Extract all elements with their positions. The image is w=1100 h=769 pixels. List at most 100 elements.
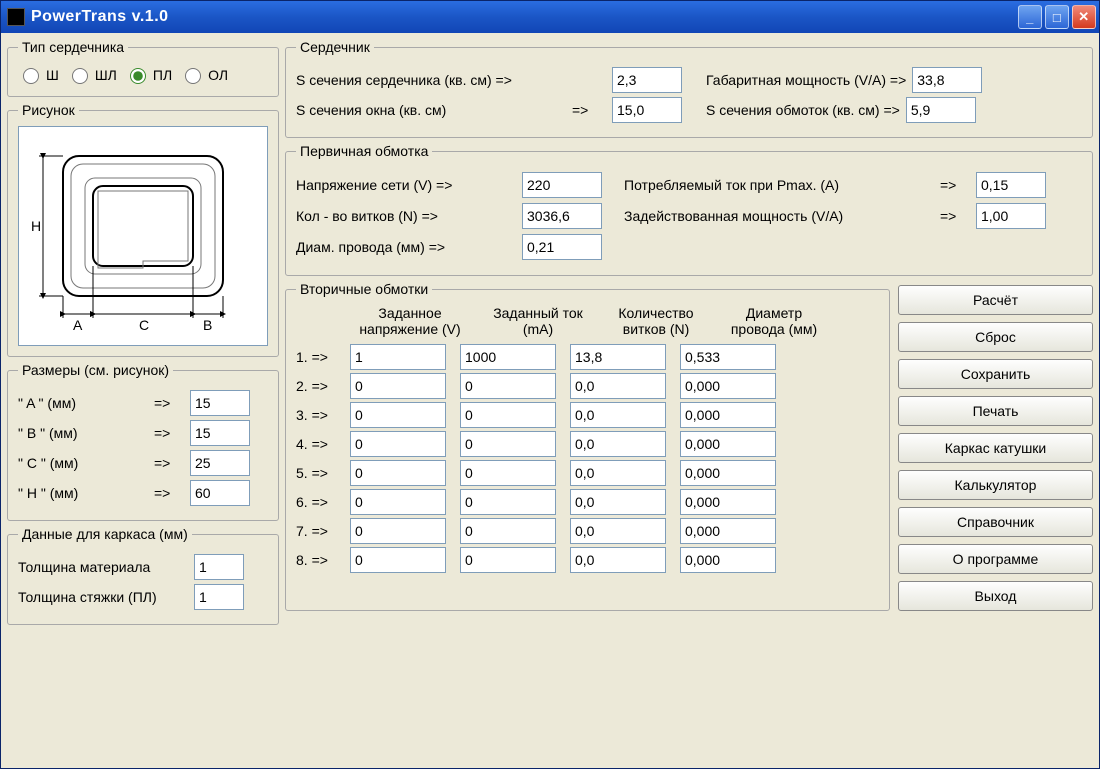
secondary-dia-input[interactable] [680, 547, 776, 573]
sec-col-dia: Диаметр провода (мм) [724, 305, 824, 337]
pri-voltage-input[interactable] [522, 172, 602, 198]
secondary-current-input[interactable] [460, 373, 556, 399]
dim-a-input[interactable] [190, 390, 250, 416]
s-core-input[interactable] [612, 67, 682, 93]
drawing-legend: Рисунок [18, 102, 79, 118]
secondary-voltage-input[interactable] [350, 373, 446, 399]
secondary-current-input[interactable] [460, 547, 556, 573]
maximize-button[interactable]: □ [1045, 5, 1069, 29]
g-power-input[interactable] [912, 67, 982, 93]
pri-turns-input[interactable] [522, 203, 602, 229]
secondary-current-input[interactable] [460, 431, 556, 457]
s-window-input[interactable] [612, 97, 682, 123]
pri-pused-input[interactable] [976, 203, 1046, 229]
secondary-dia-input[interactable] [680, 431, 776, 457]
radio-shl-input[interactable] [72, 68, 88, 84]
secondary-voltage-input[interactable] [350, 460, 446, 486]
secondary-group: Вторичные обмотки Заданное напряжение (V… [285, 281, 890, 611]
s-window-arrow: => [572, 102, 606, 118]
dim-h-label: " H " (мм) [18, 485, 148, 501]
thickness-tie-input[interactable] [194, 584, 244, 610]
minimize-button[interactable]: _ [1018, 5, 1042, 29]
pri-imax-input[interactable] [976, 172, 1046, 198]
secondary-dia-input[interactable] [680, 518, 776, 544]
secondary-voltage-input[interactable] [350, 431, 446, 457]
sec-col-voltage: Заданное напряжение (V) [350, 305, 470, 337]
thickness-mat-label: Толщина материала [18, 559, 188, 575]
radio-ol-input[interactable] [185, 68, 201, 84]
close-button[interactable]: ✕ [1072, 5, 1096, 29]
dim-b-input[interactable] [190, 420, 250, 446]
print-button[interactable]: Печать [898, 396, 1093, 426]
dim-c-input[interactable] [190, 450, 250, 476]
save-button[interactable]: Сохранить [898, 359, 1093, 389]
thickness-mat-input[interactable] [194, 554, 244, 580]
action-buttons: Расчёт Сброс Сохранить Печать Каркас кат… [898, 281, 1093, 611]
secondary-turns-input[interactable] [570, 460, 666, 486]
exit-button[interactable]: Выход [898, 581, 1093, 611]
thickness-tie-label: Толщина стяжки (ПЛ) [18, 589, 188, 605]
secondary-dia-input[interactable] [680, 373, 776, 399]
label-b: B [203, 317, 212, 333]
titlebar: PowerTrans v.1.0 _ □ ✕ [1, 1, 1099, 33]
secondary-voltage-input[interactable] [350, 547, 446, 573]
pri-pused-arrow: => [940, 208, 970, 224]
drawing-group: Рисунок [7, 102, 279, 357]
secondary-turns-input[interactable] [570, 431, 666, 457]
secondary-turns-input[interactable] [570, 402, 666, 428]
pri-voltage-label: Напряжение сети (V) => [296, 177, 516, 193]
dim-b-label: " B " (мм) [18, 425, 148, 441]
secondary-turns-input[interactable] [570, 344, 666, 370]
calculator-button[interactable]: Калькулятор [898, 470, 1093, 500]
core-drawing: H A C B [18, 126, 268, 346]
calc-button[interactable]: Расчёт [898, 285, 1093, 315]
secondary-dia-input[interactable] [680, 460, 776, 486]
secondary-dia-input[interactable] [680, 344, 776, 370]
secondary-dia-input[interactable] [680, 489, 776, 515]
pri-wire-input[interactable] [522, 234, 602, 260]
reference-button[interactable]: Справочник [898, 507, 1093, 537]
radio-pl[interactable]: ПЛ [125, 65, 172, 84]
radio-ol-label: ОЛ [208, 67, 228, 83]
secondary-turns-input[interactable] [570, 518, 666, 544]
dim-c-label: " C " (мм) [18, 455, 148, 471]
secondary-turns-input[interactable] [570, 373, 666, 399]
sec-col-turns: Количество витков (N) [606, 305, 706, 337]
secondary-current-input[interactable] [460, 344, 556, 370]
coil-frame-button[interactable]: Каркас катушки [898, 433, 1093, 463]
radio-shl[interactable]: ШЛ [67, 65, 117, 84]
secondary-turns-input[interactable] [570, 547, 666, 573]
secondary-legend: Вторичные обмотки [296, 281, 432, 297]
radio-ol[interactable]: ОЛ [180, 65, 228, 84]
pri-pused-label: Задействованная мощность (V/A) [624, 208, 934, 224]
secondary-current-input[interactable] [460, 518, 556, 544]
dim-h-input[interactable] [190, 480, 250, 506]
s-wind-input[interactable] [906, 97, 976, 123]
radio-pl-input[interactable] [130, 68, 146, 84]
dimensions-group: Размеры (см. рисунок) " A " (мм)=> " B "… [7, 362, 279, 521]
secondary-current-input[interactable] [460, 489, 556, 515]
radio-sh-input[interactable] [23, 68, 39, 84]
secondary-voltage-input[interactable] [350, 402, 446, 428]
core-type-group: Тип сердечника Ш ШЛ ПЛ ОЛ [7, 39, 279, 97]
secondary-current-input[interactable] [460, 402, 556, 428]
secondary-voltage-input[interactable] [350, 344, 446, 370]
about-button[interactable]: О программе [898, 544, 1093, 574]
secondary-current-input[interactable] [460, 460, 556, 486]
radio-sh[interactable]: Ш [18, 65, 59, 84]
pri-imax-arrow: => [940, 177, 970, 193]
close-icon: ✕ [1078, 9, 1089, 25]
core-group: Сердечник S сечения сердечника (кв. см) … [285, 39, 1093, 138]
secondary-voltage-input[interactable] [350, 518, 446, 544]
radio-pl-label: ПЛ [153, 67, 172, 83]
secondary-row-index: 6. => [296, 494, 340, 510]
s-window-label: S сечения окна (кв. см) [296, 102, 566, 118]
secondary-turns-input[interactable] [570, 489, 666, 515]
secondary-dia-input[interactable] [680, 402, 776, 428]
secondary-row-index: 5. => [296, 465, 340, 481]
secondary-row-index: 7. => [296, 523, 340, 539]
reset-button[interactable]: Сброс [898, 322, 1093, 352]
frame-group: Данные для каркаса (мм) Толщина материал… [7, 526, 279, 625]
radio-sh-label: Ш [46, 67, 59, 83]
secondary-voltage-input[interactable] [350, 489, 446, 515]
